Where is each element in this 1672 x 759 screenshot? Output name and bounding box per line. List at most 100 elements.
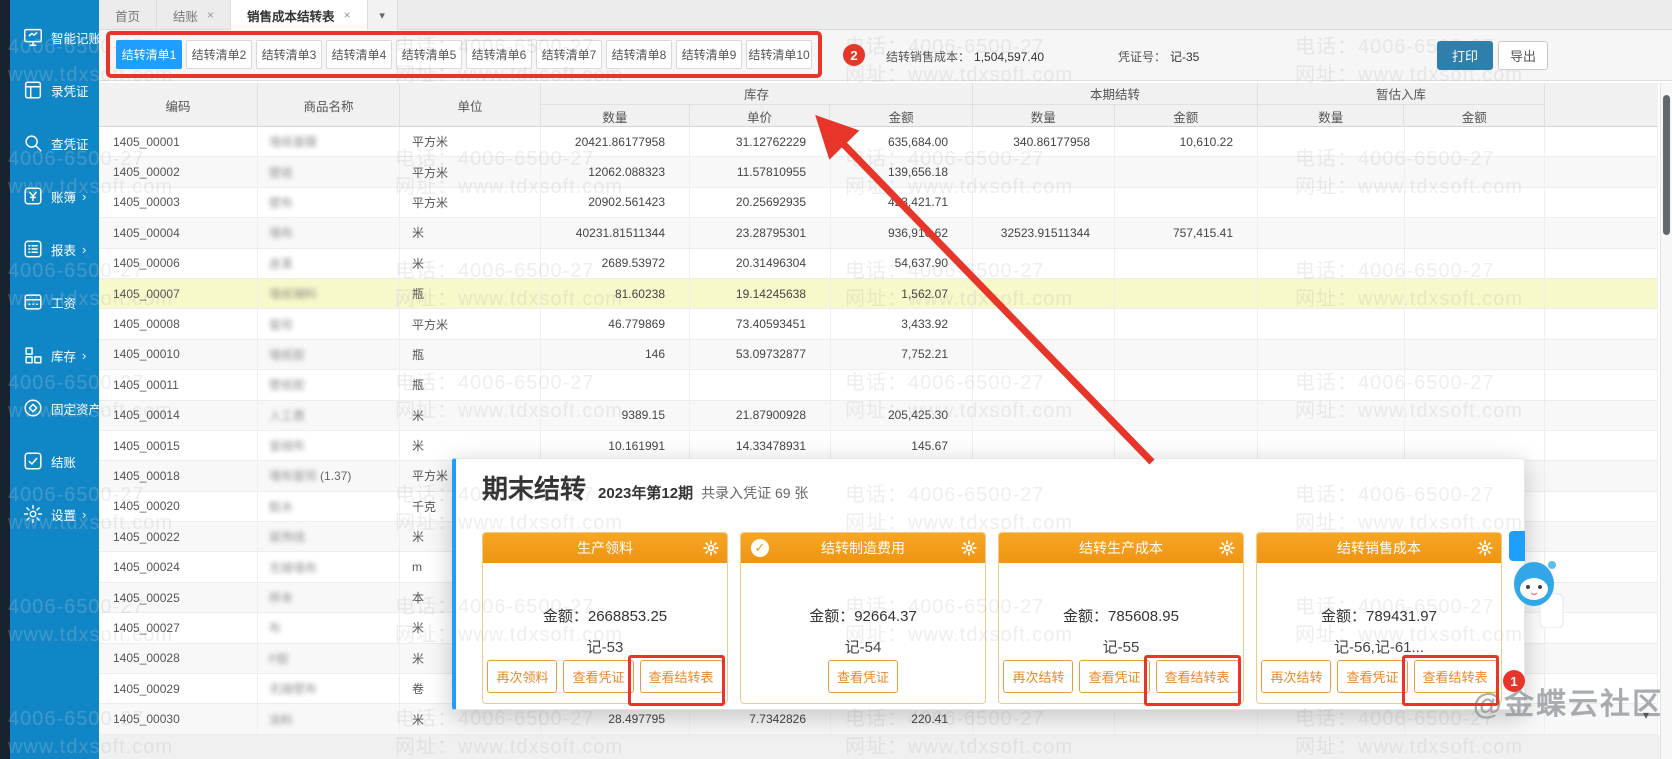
card-button-查看结转表[interactable]: 查看结转表	[1156, 660, 1239, 693]
carryover-list-tab-10[interactable]: 结转清单10	[746, 40, 812, 69]
sub-col-header: 金额	[1404, 105, 1544, 127]
table-row[interactable]: 1405_00002 壁纸 平方米 12062.088323 11.578109…	[99, 157, 1658, 187]
tab-dropdown-icon[interactable]: ▾	[368, 0, 398, 30]
gear-icon[interactable]	[1219, 540, 1235, 556]
carryover-list-tab-5[interactable]: 结转清单5	[396, 40, 462, 69]
card-button-查看结转表[interactable]: 查看结转表	[640, 660, 723, 693]
table-row[interactable]: 1405_00014 人工费 米 9389.15 21.87900928 205…	[99, 401, 1658, 431]
cell-current-amount	[1115, 188, 1258, 217]
next-card-peek[interactable]	[1509, 531, 1525, 561]
carryover-list-tab-8[interactable]: 结转清单8	[606, 40, 672, 69]
cell-code: 1405_00029	[99, 674, 258, 703]
cell-current-amount	[1115, 340, 1258, 369]
table-row[interactable]: 1405_00011 壁纸胶 瓶	[99, 370, 1658, 400]
cell-stock-price: 73.40593451	[690, 309, 831, 338]
sidebar-item-settings[interactable]: 设置 ›	[10, 499, 99, 529]
assistant-mascot-icon[interactable]	[1512, 558, 1564, 633]
card-button-再次结转[interactable]: 再次结转	[1003, 660, 1073, 693]
card-button-查看凭证[interactable]: 查看凭证	[1079, 660, 1149, 693]
table-row[interactable]: 1405_00003 壁布 平方米 20902.561423 20.256929…	[99, 188, 1658, 218]
print-button[interactable]: 打印	[1437, 41, 1493, 70]
table-row[interactable]: 1405_00006 皮革 米 2689.53972 20.31496304 5…	[99, 249, 1658, 279]
modal-voucher-count: 共录入凭证 69 张	[701, 483, 808, 503]
report-icon	[22, 238, 44, 260]
table-row[interactable]: 1405_00007 墙纸辅料 瓶 81.60238 19.14245638 1…	[99, 279, 1658, 309]
cell-estimated-amount	[1405, 157, 1545, 186]
table-row[interactable]: 1405_00004 墙布 米 40231.81511344 23.287953…	[99, 218, 1658, 248]
export-button[interactable]: 导出	[1498, 41, 1548, 70]
carryover-list-tab-2[interactable]: 结转清单2	[186, 40, 252, 69]
voucher-label: 凭证号：	[1118, 50, 1166, 64]
cell-current-qty: 340.86177958	[973, 127, 1115, 156]
cell-estimated-qty	[1258, 218, 1405, 247]
toolbar: 结转清单1 结转清单2 结转清单3 结转清单4 结转清单5 结转清单6 结转清单…	[99, 30, 1672, 81]
cell-stock-price	[690, 370, 831, 399]
table-row[interactable]: 1405_00008 窗帘 平方米 46.779869 73.40593451 …	[99, 309, 1658, 339]
voucher-value: 记-35	[1170, 50, 1199, 64]
cell-estimated-qty	[1258, 340, 1405, 369]
cell-product-name: 墙纸基膜	[258, 127, 400, 156]
sidebar-item-voucher-entry[interactable]: 录凭证	[10, 75, 99, 105]
annotation-badge-1: 1	[1503, 670, 1525, 692]
sidebar-item-closing[interactable]: 结账	[10, 446, 99, 476]
cell-stock-price: 11.57810955	[690, 157, 831, 186]
carryover-list-tab-4[interactable]: 结转清单4	[326, 40, 392, 69]
gear-icon[interactable]	[1477, 540, 1493, 556]
cell-stock-qty: 9389.15	[541, 401, 690, 430]
salary-icon	[22, 291, 44, 313]
cell-unit: 平方米	[400, 157, 541, 186]
cell-code: 1405_00001	[99, 127, 258, 156]
scrollbar-thumb[interactable]	[1663, 95, 1670, 235]
carryover-list-tab-1[interactable]: 结转清单1	[116, 40, 182, 69]
document-tab-1[interactable]: 首页	[99, 0, 157, 30]
document-tab-3[interactable]: 销售成本结转表 ×	[231, 0, 368, 30]
vertical-scrollbar[interactable]	[1660, 83, 1672, 759]
sidebar-item-salary[interactable]: 工资	[10, 287, 99, 317]
card-button-查看凭证[interactable]: 查看凭证	[1337, 660, 1407, 693]
cell-stock-qty: 10.161991	[541, 431, 690, 460]
cell-unit: 米	[400, 431, 541, 460]
sidebar-item-ledger[interactable]: 账簿 ›	[10, 181, 99, 211]
card-voucher: 记-55	[999, 636, 1243, 657]
cell-stock-price: 21.87900928	[690, 401, 831, 430]
sidebar-item-smart-accounting[interactable]: 智能记账	[10, 22, 99, 52]
col-header-unit: 单位	[400, 83, 541, 127]
cell-stock-qty: 146	[541, 340, 690, 369]
card-button-再次结转[interactable]: 再次结转	[1261, 660, 1331, 693]
table-row[interactable]: 1405_00015 宣绒布 米 10.161991 14.33478931 1…	[99, 431, 1658, 461]
cell-code: 1405_00002	[99, 157, 258, 186]
smart-accounting-icon	[22, 26, 44, 48]
carryover-list-tab-6[interactable]: 结转清单6	[466, 40, 532, 69]
chevron-right-icon: ›	[82, 242, 86, 257]
cell-code: 1405_00018	[99, 461, 258, 490]
cell-estimated-qty	[1258, 431, 1405, 460]
cell-product-name: 壁纸胶	[258, 370, 400, 399]
card-button-查看凭证[interactable]: 查看凭证	[563, 660, 633, 693]
sidebar-item-inventory[interactable]: 库存 ›	[10, 340, 99, 370]
carryover-list-tab-9[interactable]: 结转清单9	[676, 40, 742, 69]
close-icon[interactable]: ×	[207, 8, 214, 22]
cell-current-amount	[1115, 401, 1258, 430]
cell-code: 1405_00024	[99, 552, 258, 581]
cell-code: 1405_00022	[99, 522, 258, 551]
card-button-查看凭证[interactable]: 查看凭证	[828, 660, 898, 693]
gear-icon[interactable]	[961, 540, 977, 556]
cell-code: 1405_00025	[99, 583, 258, 612]
cell-product-name: 布	[258, 613, 400, 642]
card-button-再次领料[interactable]: 再次领料	[487, 660, 557, 693]
collapse-arrow-icon[interactable]: ▾	[1643, 708, 1649, 722]
close-icon[interactable]: ×	[344, 8, 351, 22]
sub-col-header: 数量	[1258, 105, 1404, 127]
table-row[interactable]: 1405_00001 墙纸基膜 平方米 20421.86177958 31.12…	[99, 127, 1658, 157]
table-row[interactable]: 1405_00010 墙纸胶 瓶 146 53.09732877 7,752.2…	[99, 340, 1658, 370]
sidebar-item-fixed-asset[interactable]: 固定资产	[10, 393, 99, 423]
cell-current-qty	[973, 340, 1115, 369]
sidebar-item-voucher-search[interactable]: 查凭证	[10, 128, 99, 158]
document-tab-2[interactable]: 结账 ×	[157, 0, 231, 30]
carryover-list-tab-3[interactable]: 结转清单3	[256, 40, 322, 69]
sidebar-item-report[interactable]: 报表 ›	[10, 234, 99, 264]
cell-stock-amount: 139,656.18	[831, 157, 973, 186]
cell-stock-qty: 12062.088323	[541, 157, 690, 186]
gear-icon[interactable]	[703, 540, 719, 556]
carryover-list-tab-7[interactable]: 结转清单7	[536, 40, 602, 69]
